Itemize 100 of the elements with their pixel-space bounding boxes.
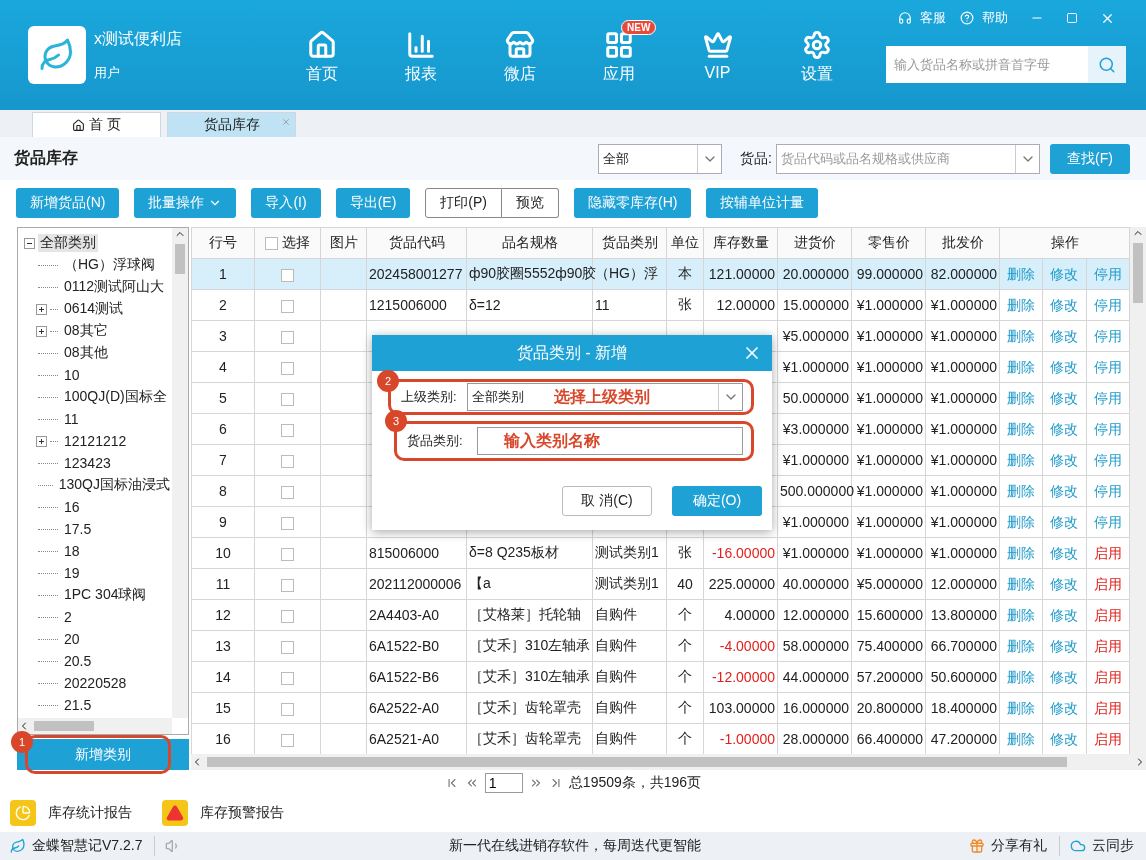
- warning-icon[interactable]: [162, 800, 188, 826]
- toolbar-button[interactable]: 预览: [502, 187, 559, 218]
- row-checkbox[interactable]: [281, 423, 294, 437]
- scrollbar-thumb[interactable]: [175, 244, 185, 274]
- tree-item[interactable]: 123423: [62, 455, 113, 471]
- scrollbar[interactable]: [191, 754, 1146, 770]
- action-link[interactable]: 删除: [1007, 421, 1036, 437]
- row-checkbox[interactable]: [281, 299, 294, 313]
- nav-item[interactable]: 设置: [800, 64, 833, 85]
- table-row[interactable]: 2 1215006000 δ=12 11 张 12.00000 15.000000 ¥1.000000 ¥1.000000 删除 修改 停用: [191, 289, 1130, 321]
- action-link[interactable]: 停用: [1093, 297, 1122, 313]
- tree-item[interactable]: （HG）浮球阀: [62, 256, 157, 274]
- tree-item[interactable]: 19: [62, 565, 82, 581]
- tree-item[interactable]: 17.5: [62, 521, 94, 537]
- row-checkbox[interactable]: [281, 392, 294, 406]
- tree-item[interactable]: 12121212: [62, 433, 129, 449]
- action-link[interactable]: 停用: [1093, 328, 1122, 344]
- tree-item[interactable]: 18: [62, 543, 82, 559]
- support-link[interactable]: 客服: [920, 9, 946, 27]
- tree-item[interactable]: 0112测试阿山大: [62, 278, 167, 296]
- scrollbar[interactable]: [1130, 227, 1146, 754]
- find-button[interactable]: 查找(F): [1050, 143, 1130, 174]
- tree-item[interactable]: 全部类别: [38, 234, 98, 252]
- tree-item[interactable]: 100QJ(D)国标全: [62, 388, 169, 406]
- home-icon[interactable]: [306, 30, 337, 60]
- row-checkbox[interactable]: [281, 454, 294, 468]
- nav-item[interactable]: 应用: [602, 64, 635, 85]
- settings-icon[interactable]: [801, 30, 832, 60]
- toolbar-button[interactable]: 导入(I): [251, 187, 321, 218]
- action-link[interactable]: 修改: [1050, 514, 1079, 530]
- action-link[interactable]: 删除: [1007, 297, 1036, 313]
- scrollbar-thumb[interactable]: [207, 757, 1067, 767]
- tree-item[interactable]: 21.5: [62, 697, 94, 713]
- action-link[interactable]: 删除: [1007, 514, 1036, 530]
- row-checkbox[interactable]: [281, 268, 294, 282]
- action-link[interactable]: 停用: [1093, 421, 1122, 437]
- action-link[interactable]: 删除: [1007, 483, 1036, 499]
- scrollbar-thumb[interactable]: [34, 721, 94, 731]
- toolbar-dropdown[interactable]: 批量操作: [134, 187, 237, 218]
- toolbar-button[interactable]: 隐藏零库存(H): [574, 187, 692, 218]
- action-link[interactable]: 修改: [1050, 390, 1079, 406]
- action-link[interactable]: 修改: [1050, 266, 1079, 282]
- row-checkbox[interactable]: [281, 516, 294, 530]
- tree-item[interactable]: 16: [62, 499, 82, 515]
- tree-item[interactable]: 10: [62, 367, 82, 383]
- toolbar-button[interactable]: 导出(E): [335, 187, 411, 218]
- select-all-checkbox[interactable]: [265, 236, 279, 250]
- action-link[interactable]: 修改: [1050, 297, 1079, 313]
- tree-item[interactable]: 20: [62, 631, 82, 647]
- tree-item[interactable]: 08其他: [62, 344, 110, 362]
- report-link[interactable]: 库存预警报告: [200, 804, 284, 822]
- tree-item[interactable]: 0614测试: [62, 300, 126, 318]
- tree-item[interactable]: 130QJ国标油浸式: [56, 476, 172, 494]
- tree-item[interactable]: 08其它: [62, 322, 110, 340]
- filter-select[interactable]: 全部: [598, 143, 723, 174]
- crown-icon[interactable]: [702, 30, 733, 60]
- action-link[interactable]: 停用: [1093, 452, 1122, 468]
- sync-link[interactable]: 云同步: [1092, 837, 1134, 855]
- help-link[interactable]: 帮助: [982, 9, 1008, 27]
- collapse-icon[interactable]: [24, 237, 35, 249]
- action-link[interactable]: 停用: [1093, 514, 1122, 530]
- action-link[interactable]: 删除: [1007, 328, 1036, 344]
- tree-item[interactable]: 1PC 304球阀: [62, 586, 149, 604]
- expand-icon[interactable]: [36, 303, 47, 315]
- nav-item[interactable]: 报表: [404, 64, 437, 85]
- confirm-button[interactable]: 确定(O): [672, 486, 762, 516]
- action-link[interactable]: 停用: [1093, 359, 1122, 375]
- tree-item[interactable]: 20.5: [62, 653, 94, 669]
- bar-chart-icon[interactable]: [405, 30, 436, 60]
- page-input[interactable]: 1: [484, 773, 523, 793]
- tab[interactable]: 货品库存: [167, 112, 296, 137]
- report-link[interactable]: 库存统计报告: [48, 804, 132, 822]
- store-icon[interactable]: [504, 30, 535, 60]
- expand-icon[interactable]: [36, 435, 47, 447]
- toolbar-button[interactable]: 新增货品(N): [16, 187, 120, 218]
- nav-item[interactable]: 微店: [503, 64, 536, 85]
- action-link[interactable]: 修改: [1050, 483, 1079, 499]
- scrollbar[interactable]: [172, 228, 188, 718]
- toolbar-button[interactable]: 打印(P): [425, 187, 502, 218]
- action-link[interactable]: 删除: [1007, 390, 1036, 406]
- maximize-icon[interactable]: [1066, 12, 1078, 24]
- grid-icon[interactable]: [603, 30, 634, 60]
- row-checkbox[interactable]: [281, 485, 294, 499]
- tree-item[interactable]: 11: [62, 411, 81, 427]
- category-name-field[interactable]: 输入类别名称: [477, 427, 743, 455]
- action-link[interactable]: 修改: [1050, 359, 1079, 375]
- parent-category-select[interactable]: 全部类别 选择上级类别: [467, 383, 743, 411]
- expand-icon[interactable]: [36, 325, 47, 337]
- goods-search-field[interactable]: 货品代码或品名规格或供应商: [776, 143, 1040, 174]
- close-icon[interactable]: [281, 117, 291, 127]
- tab[interactable]: 首 页: [32, 112, 161, 137]
- tree-item[interactable]: 20220528: [62, 675, 129, 691]
- scrollbar-thumb[interactable]: [1133, 243, 1143, 303]
- share-link[interactable]: 分享有礼: [991, 837, 1047, 855]
- action-link[interactable]: 修改: [1050, 421, 1079, 437]
- action-link[interactable]: 停用: [1093, 483, 1122, 499]
- nav-item[interactable]: VIP: [704, 64, 731, 82]
- action-link[interactable]: 停用: [1093, 390, 1122, 406]
- nav-item[interactable]: 首页: [305, 64, 338, 85]
- pie-chart-icon[interactable]: [10, 800, 36, 826]
